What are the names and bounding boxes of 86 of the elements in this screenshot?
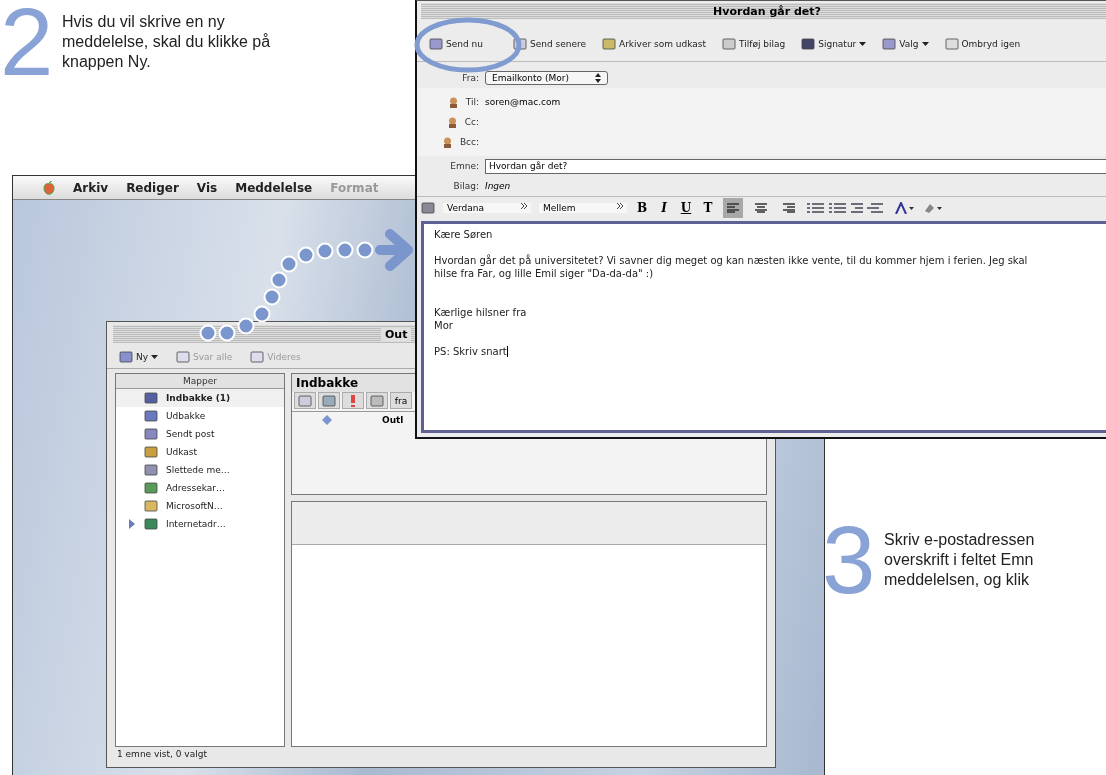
style-button[interactable]: T xyxy=(701,201,715,215)
caret-icon xyxy=(921,42,929,46)
folder-icon xyxy=(144,391,158,405)
column-header[interactable] xyxy=(342,392,364,409)
pane-header: Mapper xyxy=(116,374,284,389)
person-icon xyxy=(448,96,458,108)
folder-item[interactable]: Udkast xyxy=(116,443,284,461)
field-label: Bcc: xyxy=(459,137,479,147)
step-text: knappen Ny. xyxy=(62,52,152,72)
toolbar-button[interactable]: Send nu xyxy=(427,37,485,51)
style-button[interactable]: B xyxy=(635,201,649,215)
body-text: Hvordan går det på universitetet? Vi savner dig meget og kan næsten ikke vente, til du kommer hjem i ferien. Jeg skal hilse fra Far, og lille Emil siger "Da-da-da" :) xyxy=(434,254,1029,280)
toolbar-button[interactable]: Send senere xyxy=(510,37,588,51)
field-label: Fra: xyxy=(461,73,479,83)
toolbar-button[interactable]: Tilføj bilag xyxy=(720,37,788,51)
subject-field[interactable]: Hvordan går det? xyxy=(485,158,1106,174)
text-color-icon[interactable] xyxy=(895,202,915,214)
disclosure-triangle-icon[interactable] xyxy=(128,519,136,529)
align-button[interactable] xyxy=(723,198,743,218)
column-header[interactable]: fra xyxy=(390,392,412,409)
menu-item[interactable]: Rediger xyxy=(126,180,179,195)
column-header[interactable] xyxy=(318,392,340,409)
folder-icon xyxy=(144,481,158,495)
toolbar-button[interactable]: Valg xyxy=(880,37,931,51)
highlight-icon[interactable] xyxy=(923,202,943,214)
folder-icon xyxy=(144,463,158,477)
step-text: Skriv e-postadressen xyxy=(884,530,1035,550)
window-title: Hvordan går det? xyxy=(713,4,821,18)
window-title: Out xyxy=(381,327,412,341)
step-number: 3 xyxy=(822,520,874,600)
field-label: Til: xyxy=(465,97,479,107)
step-text: meddelelse, skal du klikke på xyxy=(62,32,271,52)
menu-item[interactable]: Arkiv xyxy=(73,180,109,195)
chevron-icon xyxy=(521,203,527,209)
text-align-icon xyxy=(783,203,795,213)
folder-icon xyxy=(144,445,158,459)
menu-item[interactable]: Meddelelse xyxy=(235,180,313,195)
step-number: 2 xyxy=(0,2,52,82)
message-row[interactable]: Outl xyxy=(292,412,404,428)
body-text: Kære Søren xyxy=(434,228,494,241)
body-text: Kærlige hilsner fra xyxy=(434,306,528,319)
status-text: 1 emne vist, 0 valgt xyxy=(116,748,208,761)
folder-icon xyxy=(144,499,158,513)
folder-item[interactable]: Udbakke xyxy=(116,407,284,425)
field-label: Bilag: xyxy=(452,181,479,191)
style-button[interactable]: I xyxy=(657,201,671,215)
folder-item[interactable]: Indbakke (1) xyxy=(116,389,284,407)
toolbar-button[interactable]: Signatur xyxy=(799,37,869,51)
field-label: Emne: xyxy=(449,161,479,171)
folder-item[interactable]: Adressekar… xyxy=(116,479,284,497)
menu-item[interactable]: Vis xyxy=(196,180,218,195)
person-icon xyxy=(447,116,457,128)
folder-item[interactable]: Internetadr… xyxy=(116,515,284,533)
folder-icon xyxy=(144,427,158,441)
up-down-arrows-icon xyxy=(594,73,601,83)
size-dropdown[interactable]: Mellem xyxy=(539,203,627,213)
column-header[interactable] xyxy=(366,392,388,409)
person-icon xyxy=(442,136,452,148)
step-text: overskrift i feltet Emn xyxy=(884,550,1035,570)
folder-item[interactable]: Sendt post xyxy=(116,425,284,443)
folder-icon xyxy=(144,517,158,531)
recipient-address[interactable]: soren@mac.com xyxy=(485,97,561,107)
toolbar-button[interactable]: Arkiver som udkast xyxy=(600,37,708,51)
caret-icon xyxy=(151,355,159,359)
body-text: Mor xyxy=(434,319,454,332)
field-label: Cc: xyxy=(464,117,479,127)
folder-item[interactable]: Slettede me… xyxy=(116,461,284,479)
text-align-icon xyxy=(727,203,739,213)
step-text: Hvis du vil skrive en ny xyxy=(62,12,226,32)
text-align-icon xyxy=(755,203,767,213)
style-button[interactable]: U xyxy=(679,201,693,215)
toolbar-button[interactable]: Ny xyxy=(117,350,161,364)
apple-logo-icon xyxy=(43,180,55,195)
font-dropdown[interactable]: Verdana xyxy=(443,203,531,213)
attachments-value: Ingen xyxy=(485,181,511,191)
priority-icon xyxy=(351,394,355,407)
column-header[interactable] xyxy=(294,392,316,409)
toolbar-button[interactable]: Ombryd igen xyxy=(942,37,1023,51)
step-text: meddelelsen, og klik xyxy=(884,570,1030,590)
caret-icon xyxy=(859,42,867,46)
body-text: PS: Skriv snart xyxy=(434,345,509,358)
folder-item[interactable]: MicrosoftN… xyxy=(116,497,284,515)
folder-icon xyxy=(144,409,158,423)
chevron-icon xyxy=(617,203,623,209)
message-body[interactable] xyxy=(421,221,1106,433)
account-dropdown[interactable]: Emailkonto (Mor) xyxy=(485,71,608,85)
